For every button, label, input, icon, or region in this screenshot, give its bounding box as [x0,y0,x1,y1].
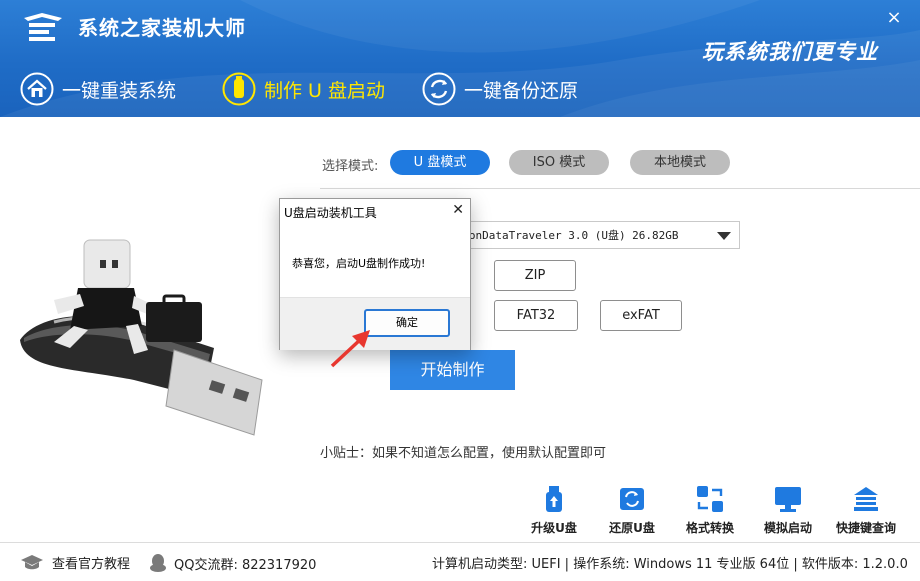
mode-usb-button[interactable]: U 盘模式 [390,150,490,175]
app-logo-icon [24,13,62,41]
chevron-down-icon[interactable] [717,232,731,240]
format-exfat-button[interactable]: exFAT [600,300,682,331]
qq-group-info: QQ交流群: 822317920 [148,553,316,573]
system-info-text: 计算机启动类型: UEFI | 操作系统: Windows 11 专业版 64位… [432,557,908,572]
qq-group-label: QQ交流群: 822317920 [174,557,317,573]
tool-label: 升级U盘 [531,521,577,535]
app-header: 系统之家装机大师 玩系统我们更专业 × 一键重装系统 制作 U 盘启动 一键备份… [0,0,920,117]
official-tutorial-label: 查看官方教程 [52,557,131,572]
dialog-title: U盘启动装机工具 [284,206,377,220]
tool-simulate-boot[interactable]: 模拟启动 [754,484,822,536]
format-zip-button[interactable]: ZIP [494,260,576,291]
mode-label: 选择模式: [322,159,379,174]
dialog-message: 恭喜您，启动U盘制作成功! [292,257,426,270]
keyboard-shortcut-icon [854,487,878,511]
status-bar: 查看官方教程 QQ交流群: 822317920 计算机启动类型: UEFI | … [0,542,920,581]
backup-restore-icon [422,72,456,106]
nav-tab-reinstall[interactable]: 一键重装系统 [20,70,176,108]
tip-text: 小贴士：如果不知道怎么配置，使用默认配置即可 [320,446,607,461]
tool-label: 还原U盘 [609,521,655,535]
device-select[interactable]: gstonDataTraveler 3.0 (U盘) 26.82GB [440,221,740,249]
qq-penguin-icon [150,554,166,572]
dialog-ok-button[interactable]: 确定 [364,309,450,337]
graduation-cap-icon [21,554,43,569]
tool-label: 模拟启动 [763,521,812,535]
mascot-usb-illustration [20,239,263,436]
dialog-close-button[interactable]: ✕ [452,202,464,218]
format-convert-icon [697,486,723,512]
window-close-button[interactable]: × [882,6,906,30]
device-select-value: gstonDataTraveler 3.0 (U盘) 26.82GB [449,229,679,242]
monitor-icon [775,487,801,512]
app-slogan: 玩系统我们更专业 [702,40,878,64]
section-divider [320,188,920,189]
annotation-arrow-icon [330,330,370,368]
house-icon [20,72,54,106]
app-title: 系统之家装机大师 [78,16,246,40]
nav-tab-usb-boot[interactable]: 制作 U 盘启动 [222,70,385,108]
tool-label: 快捷键查询 [835,521,896,535]
tool-shortcut-lookup[interactable]: 快捷键查询 [832,484,900,536]
start-make-button[interactable]: 开始制作 [390,350,515,390]
nav-tab-label: 制作 U 盘启动 [264,79,385,102]
tool-upgrade-usb[interactable]: 升级U盘 [520,484,588,536]
usb-drive-icon [222,72,256,106]
usb-upgrade-icon [546,486,562,512]
tool-restore-usb[interactable]: 还原U盘 [598,484,666,536]
official-tutorial-link[interactable]: 查看官方教程 [20,553,130,572]
tool-label: 格式转换 [685,521,734,535]
mode-local-button[interactable]: 本地模式 [630,150,730,175]
nav-tab-backup[interactable]: 一键备份还原 [422,70,578,108]
tool-format-convert[interactable]: 格式转换 [676,484,744,536]
mode-iso-button[interactable]: ISO 模式 [509,150,609,175]
format-fat32-button[interactable]: FAT32 [494,300,578,331]
nav-tab-label: 一键重装系统 [62,79,177,102]
nav-tab-label: 一键备份还原 [464,79,579,102]
usb-restore-icon [620,488,644,510]
